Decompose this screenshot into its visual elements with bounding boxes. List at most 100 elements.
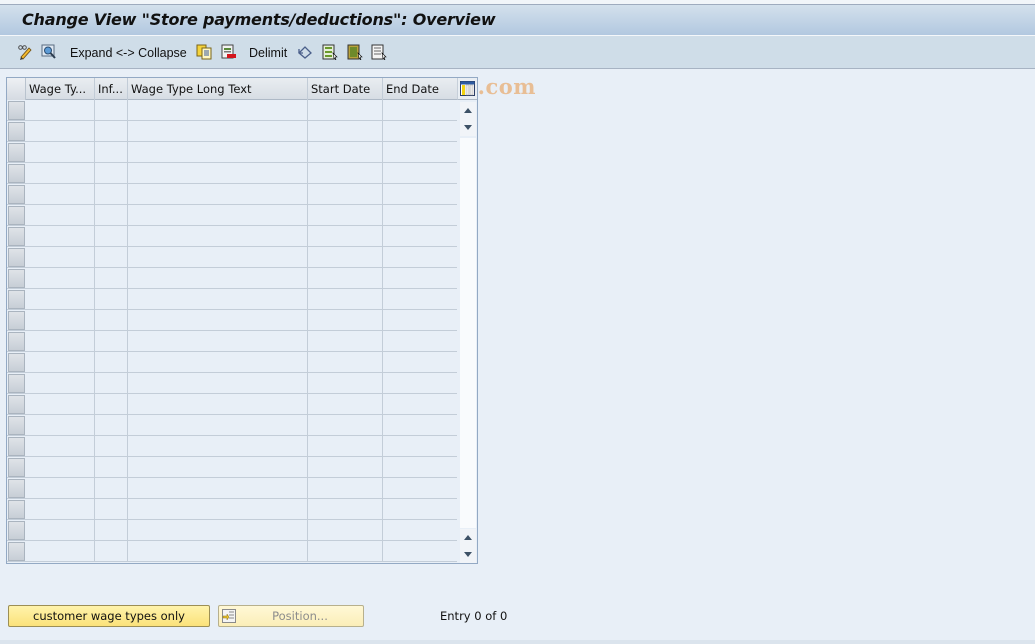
row-selector[interactable] <box>8 206 25 225</box>
cell-end_date[interactable] <box>383 520 457 541</box>
cell-wage_type[interactable] <box>26 394 95 415</box>
cell-inf[interactable] <box>95 268 128 289</box>
cell-start_date[interactable] <box>308 499 383 520</box>
cell-long_text[interactable] <box>128 184 308 205</box>
cell-long_text[interactable] <box>128 289 308 310</box>
cell-wage_type[interactable] <box>26 520 95 541</box>
cell-inf[interactable] <box>95 499 128 520</box>
cell-start_date[interactable] <box>308 394 383 415</box>
select-block-button[interactable] <box>347 43 363 61</box>
cell-wage_type[interactable] <box>26 289 95 310</box>
cell-wage_type[interactable] <box>26 100 95 121</box>
cell-long_text[interactable] <box>128 415 308 436</box>
cell-end_date[interactable] <box>383 100 457 121</box>
cell-end_date[interactable] <box>383 394 457 415</box>
cell-end_date[interactable] <box>383 268 457 289</box>
cell-start_date[interactable] <box>308 373 383 394</box>
cell-inf[interactable] <box>95 415 128 436</box>
cell-start_date[interactable] <box>308 436 383 457</box>
cell-start_date[interactable] <box>308 331 383 352</box>
cell-long_text[interactable] <box>128 373 308 394</box>
cell-end_date[interactable] <box>383 142 457 163</box>
cell-start_date[interactable] <box>308 478 383 499</box>
cell-long_text[interactable] <box>128 394 308 415</box>
cell-wage_type[interactable] <box>26 142 95 163</box>
row-selector[interactable] <box>8 248 25 267</box>
cell-inf[interactable] <box>95 310 128 331</box>
cell-start_date[interactable] <box>308 184 383 205</box>
cell-end_date[interactable] <box>383 247 457 268</box>
row-selector[interactable] <box>8 332 25 351</box>
cell-start_date[interactable] <box>308 541 383 562</box>
change-display-button[interactable] <box>17 43 33 61</box>
row-selector[interactable] <box>8 101 25 120</box>
undo-change-button[interactable] <box>297 43 313 61</box>
customer-wage-types-button[interactable]: customer wage types only <box>8 605 210 627</box>
cell-end_date[interactable] <box>383 205 457 226</box>
cell-wage_type[interactable] <box>26 415 95 436</box>
cell-long_text[interactable] <box>128 436 308 457</box>
cell-long_text[interactable] <box>128 268 308 289</box>
cell-end_date[interactable] <box>383 331 457 352</box>
cell-end_date[interactable] <box>383 289 457 310</box>
cell-end_date[interactable] <box>383 478 457 499</box>
cell-wage_type[interactable] <box>26 268 95 289</box>
cell-end_date[interactable] <box>383 226 457 247</box>
cell-wage_type[interactable] <box>26 205 95 226</box>
cell-long_text[interactable] <box>128 226 308 247</box>
cell-long_text[interactable] <box>128 121 308 142</box>
cell-wage_type[interactable] <box>26 436 95 457</box>
select-all-rows-button[interactable] <box>7 78 26 100</box>
cell-inf[interactable] <box>95 247 128 268</box>
scroll-page-up-button[interactable] <box>460 529 476 546</box>
scroll-track[interactable] <box>460 138 476 528</box>
cell-inf[interactable] <box>95 520 128 541</box>
cell-inf[interactable] <box>95 205 128 226</box>
cell-end_date[interactable] <box>383 373 457 394</box>
cell-end_date[interactable] <box>383 121 457 142</box>
cell-wage_type[interactable] <box>26 331 95 352</box>
cell-inf[interactable] <box>95 478 128 499</box>
cell-long_text[interactable] <box>128 541 308 562</box>
cell-start_date[interactable] <box>308 226 383 247</box>
row-selector[interactable] <box>8 437 25 456</box>
scroll-down-button[interactable] <box>460 546 476 563</box>
column-header-wage-type[interactable]: Wage Ty... <box>26 78 95 100</box>
column-header-inf[interactable]: Inf... <box>95 78 128 100</box>
row-selector[interactable] <box>8 353 25 372</box>
row-selector[interactable] <box>8 122 25 141</box>
cell-inf[interactable] <box>95 352 128 373</box>
scroll-up-button[interactable] <box>460 102 476 119</box>
cell-wage_type[interactable] <box>26 457 95 478</box>
cell-long_text[interactable] <box>128 247 308 268</box>
cell-long_text[interactable] <box>128 352 308 373</box>
deselect-all-button[interactable] <box>371 43 387 61</box>
cell-end_date[interactable] <box>383 310 457 331</box>
cell-start_date[interactable] <box>308 289 383 310</box>
cell-inf[interactable] <box>95 184 128 205</box>
row-selector[interactable] <box>8 542 25 561</box>
cell-start_date[interactable] <box>308 352 383 373</box>
cell-long_text[interactable] <box>128 310 308 331</box>
cell-start_date[interactable] <box>308 310 383 331</box>
cell-inf[interactable] <box>95 394 128 415</box>
cell-start_date[interactable] <box>308 121 383 142</box>
cell-end_date[interactable] <box>383 499 457 520</box>
cell-wage_type[interactable] <box>26 478 95 499</box>
cell-long_text[interactable] <box>128 520 308 541</box>
cell-start_date[interactable] <box>308 142 383 163</box>
cell-end_date[interactable] <box>383 541 457 562</box>
column-header-long-text[interactable]: Wage Type Long Text <box>128 78 308 100</box>
vertical-scrollbar[interactable] <box>458 100 477 563</box>
cell-long_text[interactable] <box>128 331 308 352</box>
cell-inf[interactable] <box>95 100 128 121</box>
row-selector[interactable] <box>8 311 25 330</box>
row-selector[interactable] <box>8 416 25 435</box>
cell-end_date[interactable] <box>383 352 457 373</box>
cell-wage_type[interactable] <box>26 499 95 520</box>
cell-start_date[interactable] <box>308 100 383 121</box>
row-selector[interactable] <box>8 185 25 204</box>
cell-wage_type[interactable] <box>26 184 95 205</box>
cell-wage_type[interactable] <box>26 163 95 184</box>
find-button[interactable] <box>41 43 57 61</box>
